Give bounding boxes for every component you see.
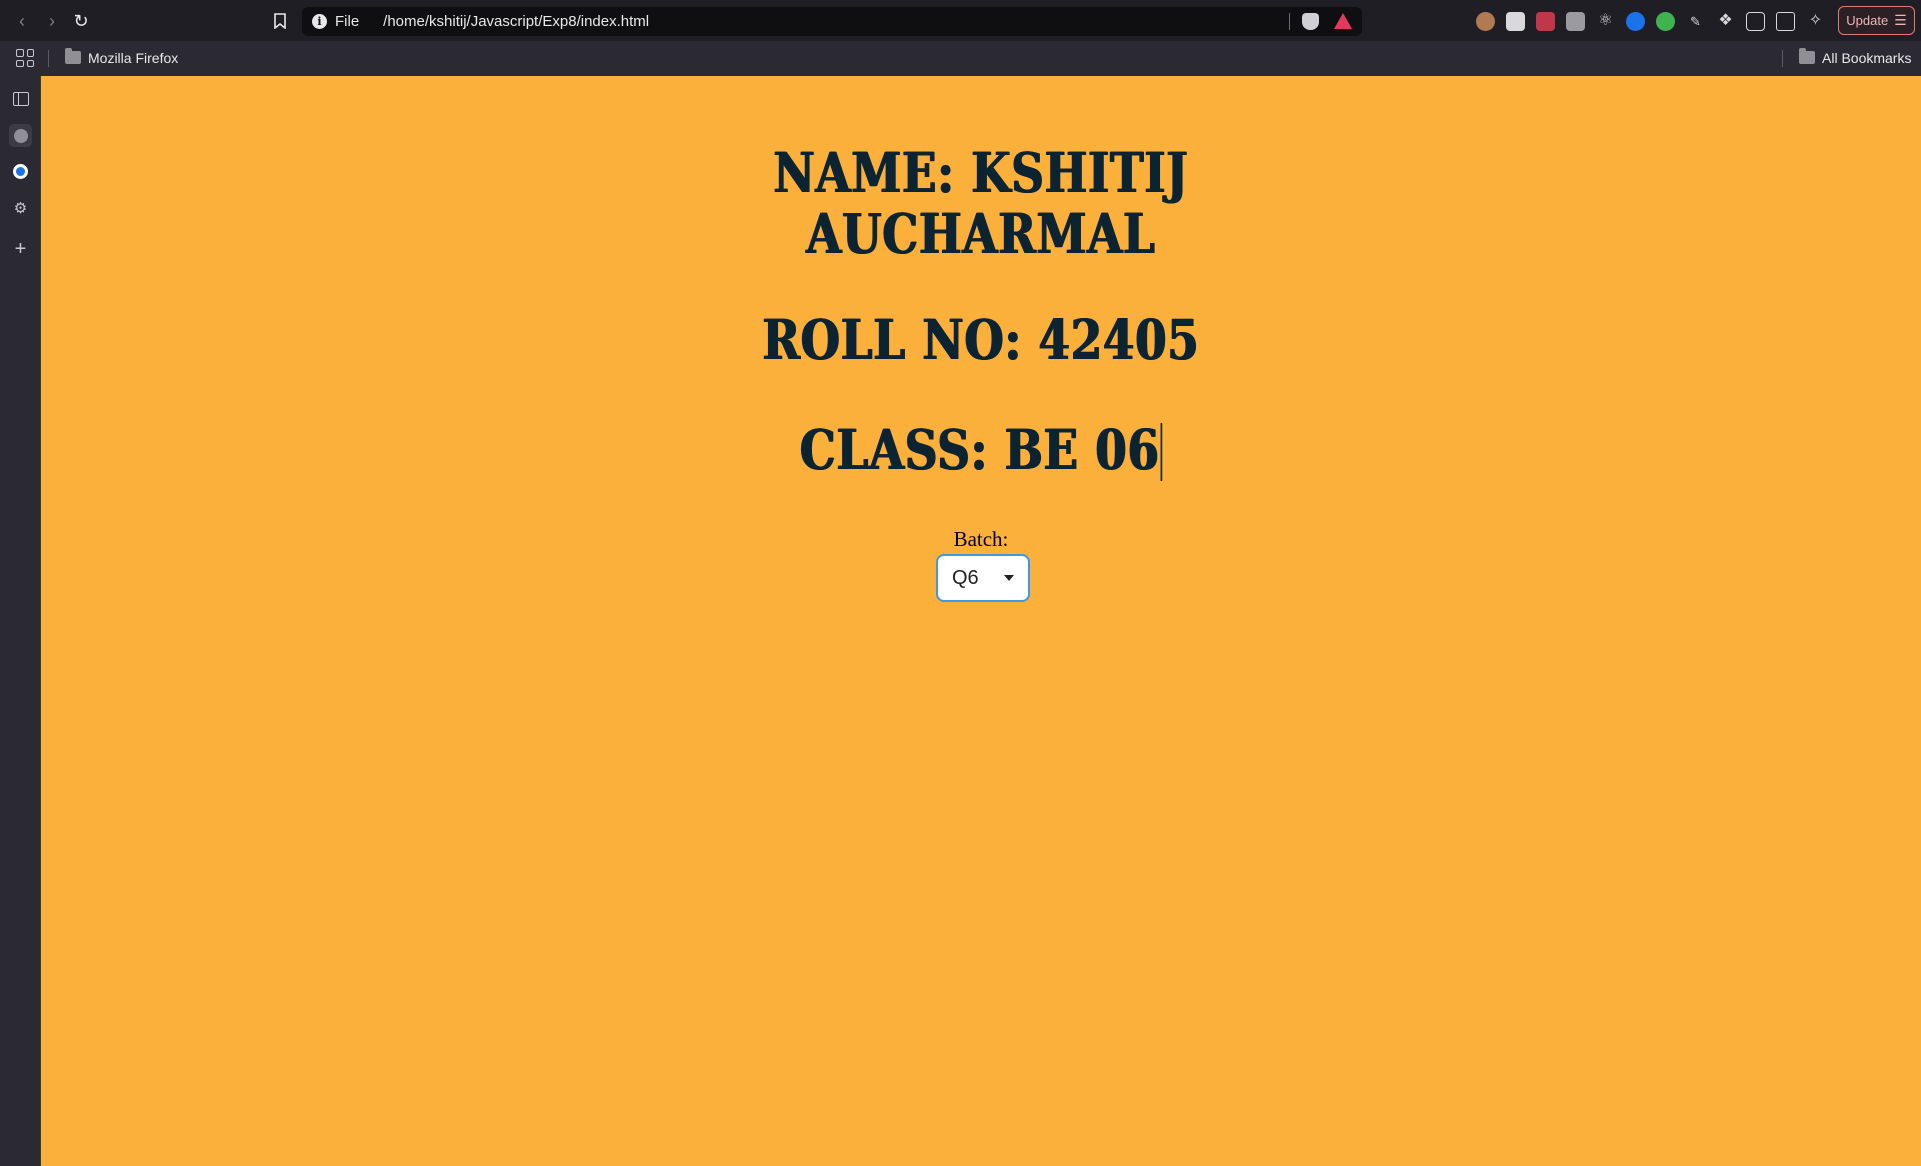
class-heading: CLASS: BE 06 <box>210 419 1752 481</box>
bookmark-icon[interactable] <box>268 9 292 33</box>
update-label: Update <box>1846 13 1889 28</box>
apps-grid-icon[interactable] <box>16 49 34 67</box>
leo-ai-icon[interactable]: ✧ <box>1806 12 1825 31</box>
extension-letter-icon[interactable] <box>1566 11 1585 31</box>
url-scheme: File <box>335 13 360 30</box>
app-icon <box>13 164 28 179</box>
update-button[interactable]: Update ☰ <box>1838 6 1915 35</box>
sidebar-item-settings[interactable]: ⚙ <box>9 197 32 220</box>
folder-icon <box>65 48 81 64</box>
forward-arrow-icon[interactable]: › <box>40 9 64 33</box>
sidebar-toggle-icon[interactable] <box>1746 11 1765 31</box>
name-line-2: AUCHARMAL <box>806 201 1156 266</box>
reload-icon[interactable]: ↻ <box>69 9 93 33</box>
bookmark-item-mozilla-firefox[interactable]: Mozilla Firefox <box>88 50 178 66</box>
extension-react-icon[interactable]: ⚛ <box>1596 12 1615 31</box>
add-icon[interactable]: + <box>9 237 32 260</box>
info-icon[interactable]: i <box>312 14 327 29</box>
extension-check-icon[interactable] <box>1506 11 1525 31</box>
brave-shield-icon[interactable] <box>1302 13 1319 30</box>
sidebar-panel-icon[interactable] <box>9 87 32 110</box>
chevron-down-icon <box>1004 575 1014 581</box>
bookmarks-bar: Mozilla Firefox All Bookmarks <box>0 41 1921 76</box>
all-bookmarks[interactable]: All Bookmarks <box>1822 50 1911 66</box>
batch-select[interactable]: Q6 <box>936 554 1030 602</box>
extension-cursor-icon[interactable] <box>1626 11 1645 31</box>
url-divider <box>1289 13 1290 30</box>
name-heading: NAME: KSHITIJ AUCHARMAL <box>210 142 1752 264</box>
name-line-1: NAME: KSHITIJ <box>773 140 1189 205</box>
batch-label: Batch: <box>953 527 1009 551</box>
globe-icon <box>13 128 28 143</box>
text-caret <box>1160 423 1163 481</box>
sidebar-item-globe[interactable] <box>9 124 32 147</box>
brave-rewards-icon[interactable] <box>1334 13 1352 29</box>
batch-selected-value: Q6 <box>952 566 979 589</box>
hamburger-menu-icon[interactable]: ☰ <box>1894 12 1907 29</box>
address-bar[interactable]: i File /home/kshitij/Javascript/Exp8/ind… <box>302 7 1362 36</box>
sidebar-item-app[interactable] <box>9 160 32 183</box>
wallet-icon[interactable] <box>1776 11 1795 31</box>
bookmark-glyph <box>274 13 286 29</box>
back-arrow-icon[interactable]: ‹ <box>10 9 34 33</box>
extension-plus-icon[interactable] <box>1656 11 1675 31</box>
extensions-puzzle-icon[interactable]: ❖ <box>1716 12 1735 31</box>
roll-heading: ROLL NO: 42405 <box>762 307 1200 372</box>
bookmarks-divider <box>1782 50 1783 67</box>
class-text: CLASS: BE 06 <box>799 417 1160 482</box>
gear-icon: ⚙ <box>13 200 28 217</box>
bookmarks-divider <box>48 50 49 67</box>
extension-owl-icon[interactable] <box>1476 11 1495 31</box>
browser-toolbar: ‹ › ↻ i File /home/kshitij/Javascript/Ex… <box>0 0 1921 41</box>
extension-eyedropper-icon[interactable]: ✎ <box>1686 12 1705 31</box>
extension-icons: ⚛ ✎ ❖ ✧ <box>1476 10 1825 32</box>
page-content: NAME: KSHITIJ AUCHARMAL ROLL NO: 42405 C… <box>41 76 1921 1166</box>
url-text[interactable]: /home/kshitij/Javascript/Exp8/index.html <box>383 13 649 30</box>
folder-icon <box>1799 48 1815 64</box>
extension-tool-icon[interactable] <box>1536 11 1555 31</box>
sidebar: ⚙ + <box>0 76 41 1166</box>
